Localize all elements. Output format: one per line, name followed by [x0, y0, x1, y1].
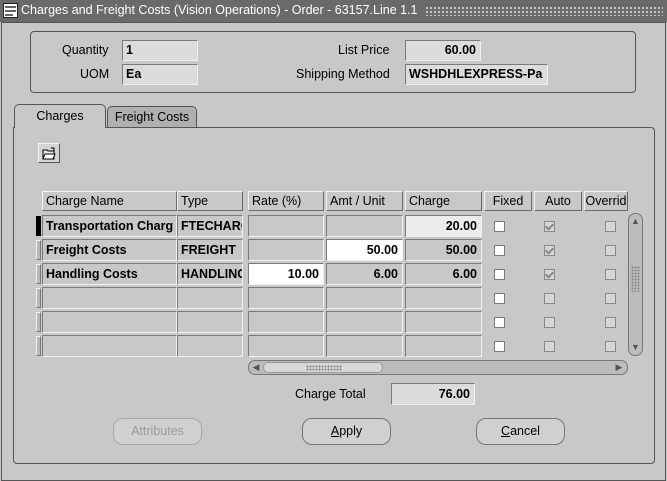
cell-charge-name[interactable]: Freight Costs — [42, 239, 177, 261]
tab-charges[interactable]: Charges — [14, 104, 106, 128]
cell-charge[interactable] — [405, 335, 482, 357]
quantity-field[interactable]: 1 — [122, 40, 198, 61]
row-indicator[interactable] — [36, 312, 41, 332]
vertical-scrollbar[interactable]: ▲ ▼ — [628, 213, 643, 356]
auto-checkbox[interactable] — [544, 269, 555, 280]
cancel-button[interactable]: Cancel — [476, 418, 565, 445]
list-price-field[interactable]: 60.00 — [405, 40, 481, 61]
cell-charge-name[interactable] — [42, 287, 177, 309]
cell-type[interactable] — [177, 311, 243, 333]
column-header-charge[interactable]: Charge — [405, 191, 482, 211]
fixed-checkbox[interactable] — [494, 293, 505, 304]
charge-total-field[interactable]: 76.00 — [391, 383, 475, 405]
list-price-label: List Price — [338, 43, 390, 57]
cell-rate[interactable] — [248, 311, 324, 333]
cell-charge[interactable]: 20.00 — [405, 215, 482, 237]
override-checkbox[interactable] — [605, 269, 616, 280]
cell-charge-name[interactable] — [42, 311, 177, 333]
cell-type[interactable]: FREIGHT — [177, 239, 243, 261]
cell-charge[interactable] — [405, 287, 482, 309]
cell-amt-unit[interactable] — [326, 335, 403, 357]
column-header-auto[interactable]: Auto — [534, 191, 582, 211]
cell-amt-unit[interactable]: 50.00 — [326, 239, 403, 261]
auto-checkbox[interactable] — [544, 221, 555, 232]
uom-label: UOM — [80, 67, 110, 81]
row-indicator[interactable] — [36, 264, 41, 284]
title-bar-grip — [425, 6, 663, 16]
tab-freight-costs[interactable]: Freight Costs — [107, 106, 197, 127]
fixed-checkbox[interactable] — [494, 245, 505, 256]
scroll-up-icon[interactable]: ▲ — [630, 215, 641, 228]
cell-charge[interactable] — [405, 311, 482, 333]
column-header-amt-unit[interactable]: Amt / Unit — [326, 191, 403, 211]
cell-rate[interactable] — [248, 335, 324, 357]
auto-checkbox[interactable] — [544, 317, 555, 328]
override-checkbox[interactable] — [605, 293, 616, 304]
cell-charge[interactable]: 50.00 — [405, 239, 482, 261]
fixed-checkbox[interactable] — [494, 341, 505, 352]
horizontal-scroll-thumb[interactable] — [263, 362, 383, 373]
row-indicator[interactable] — [36, 216, 41, 236]
window-title: Charges and Freight Costs (Vision Operat… — [21, 3, 418, 17]
uom-field[interactable]: Ea — [122, 64, 198, 85]
cell-amt-unit[interactable] — [326, 215, 403, 237]
cell-charge-name[interactable]: Handling Costs — [42, 263, 177, 285]
cell-type[interactable]: FTECHARG — [177, 215, 243, 237]
row-indicator[interactable] — [36, 240, 41, 260]
cell-amt-unit[interactable] — [326, 311, 403, 333]
open-folder-button[interactable] — [38, 143, 60, 163]
row-indicator[interactable] — [36, 288, 41, 308]
scroll-right-icon[interactable]: ▶ — [613, 361, 625, 374]
fixed-checkbox[interactable] — [494, 317, 505, 328]
cell-rate[interactable] — [248, 239, 324, 261]
column-header-rate[interactable]: Rate (%) — [248, 191, 324, 211]
scroll-thumb[interactable] — [631, 266, 640, 292]
column-header-fixed[interactable]: Fixed — [484, 191, 532, 211]
column-header-type[interactable]: Type — [177, 191, 243, 211]
attributes-button[interactable]: Attributes — [113, 418, 202, 445]
column-header-override[interactable]: Overrid — [584, 191, 628, 211]
title-bar[interactable]: Charges and Freight Costs (Vision Operat… — [0, 0, 667, 22]
cell-charge[interactable]: 6.00 — [405, 263, 482, 285]
cell-type[interactable] — [177, 287, 243, 309]
fixed-checkbox[interactable] — [494, 269, 505, 280]
auto-checkbox[interactable] — [544, 293, 555, 304]
apply-button[interactable]: Apply — [302, 418, 391, 445]
column-header-charge-name[interactable]: Charge Name — [42, 191, 177, 211]
cell-rate[interactable] — [248, 215, 324, 237]
cell-amt-unit[interactable] — [326, 287, 403, 309]
scroll-left-icon[interactable]: ◀ — [250, 361, 262, 374]
cell-charge-name[interactable] — [42, 335, 177, 357]
override-checkbox[interactable] — [605, 245, 616, 256]
cell-amt-unit[interactable]: 6.00 — [326, 263, 403, 285]
charge-total-label: Charge Total — [295, 387, 366, 401]
cell-type[interactable] — [177, 335, 243, 357]
row-indicator[interactable] — [36, 336, 41, 356]
horizontal-scrollbar[interactable]: ◀ ▶ — [248, 360, 628, 375]
cell-rate[interactable]: 10.00 — [248, 263, 324, 285]
scroll-down-icon[interactable]: ▼ — [630, 341, 641, 354]
cell-rate[interactable] — [248, 287, 324, 309]
auto-checkbox[interactable] — [544, 341, 555, 352]
folder-open-icon — [42, 147, 56, 160]
cell-type[interactable]: HANDLING — [177, 263, 243, 285]
override-checkbox[interactable] — [605, 317, 616, 328]
shipping-method-label: Shipping Method — [296, 67, 390, 81]
shipping-method-field[interactable]: WSHDHLEXPRESS-Pa — [405, 64, 548, 85]
auto-checkbox[interactable] — [544, 245, 555, 256]
quantity-label: Quantity — [62, 43, 109, 57]
cell-charge-name[interactable]: Transportation Charg — [42, 215, 177, 237]
app-icon — [3, 3, 18, 18]
override-checkbox[interactable] — [605, 221, 616, 232]
fixed-checkbox[interactable] — [494, 221, 505, 232]
override-checkbox[interactable] — [605, 341, 616, 352]
